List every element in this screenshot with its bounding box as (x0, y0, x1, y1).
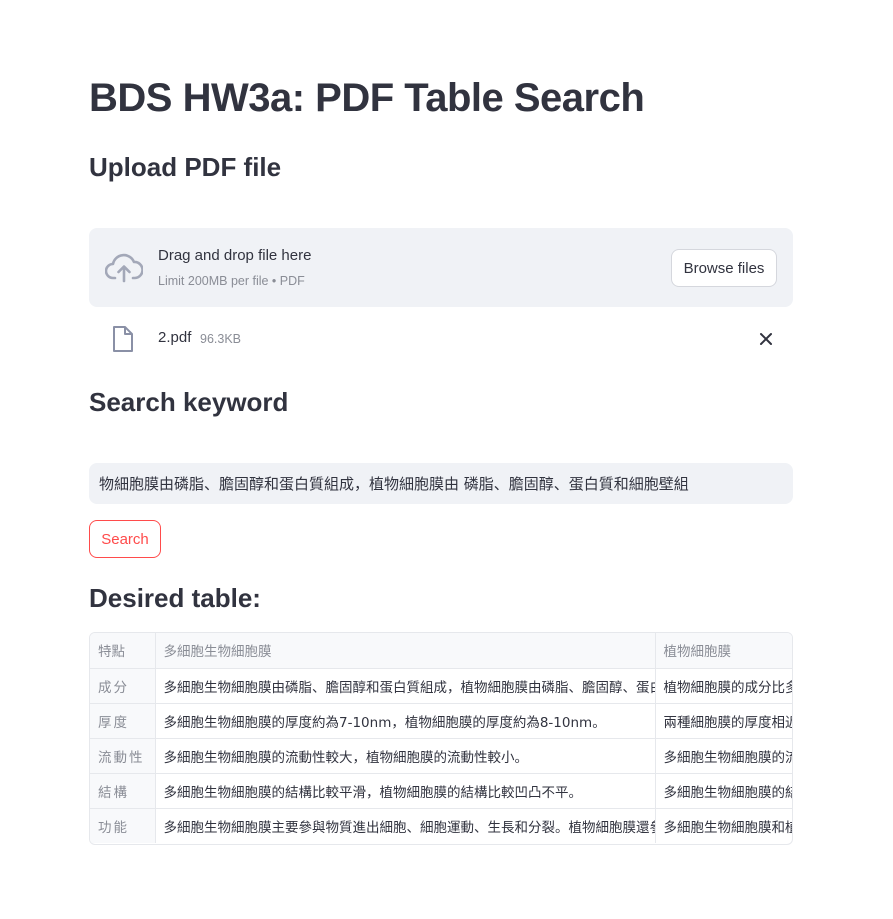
upload-heading: Upload PDF file (89, 152, 282, 182)
table-row: 結構 多細胞生物細胞膜的結構比較平滑，植物細胞膜的結構比較凹凸不平。 多細胞生物… (90, 773, 792, 809)
uploaded-file-size: 96.3KB (200, 332, 242, 346)
row-header: 成分 (90, 668, 156, 704)
dropzone-limit: Limit 200MB per file • PDF (158, 274, 305, 288)
file-dropzone[interactable]: Drag and drop file here Limit 200MB per … (89, 228, 793, 307)
table-cell[interactable]: 多細胞生物細胞膜的流動性較大，植物細胞膜的流動性較小。 (155, 738, 656, 774)
table-row: 功能 多細胞生物細胞膜主要參與物質進出細胞、細胞運動、生長和分裂。植物細胞膜還參… (90, 808, 792, 843)
close-icon[interactable] (757, 330, 775, 348)
uploaded-file-row: 2.pdf 96.3KB (89, 322, 793, 356)
results-table[interactable]: 特點 多細胞生物細胞膜 植物細胞膜 成分 多細胞生物細胞膜由磷脂、膽固醇和蛋白質… (89, 632, 793, 845)
table-row: 流動性 多細胞生物細胞膜的流動性較大，植物細胞膜的流動性較小。 多細胞生物細胞膜… (90, 738, 792, 774)
browse-files-button[interactable]: Browse files (671, 249, 777, 287)
row-header: 流動性 (90, 738, 156, 774)
table-heading: Desired table: (89, 583, 261, 613)
table-cell[interactable]: 兩種細胞膜的厚度相近。 (655, 703, 792, 739)
column-header[interactable]: 多細胞生物細胞膜 (155, 633, 656, 669)
row-header: 功能 (90, 808, 156, 843)
table-cell[interactable]: 多細胞生物細胞膜的結構比較平滑。 (655, 773, 792, 809)
table-header-row: 特點 多細胞生物細胞膜 植物細胞膜 (90, 633, 792, 669)
cloud-upload-icon (105, 253, 143, 283)
table-cell[interactable]: 多細胞生物細胞膜和植物細胞膜功能相似。 (655, 808, 792, 843)
column-header[interactable]: 特點 (90, 633, 156, 669)
dropzone-instruction: Drag and drop file here (158, 247, 312, 264)
table-cell[interactable]: 多細胞生物細胞膜的厚度約為7-10nm，植物細胞膜的厚度約為8-10nm。 (155, 703, 656, 739)
file-icon (113, 326, 133, 352)
column-header[interactable]: 植物細胞膜 (655, 633, 792, 669)
table-row: 厚度 多細胞生物細胞膜的厚度約為7-10nm，植物細胞膜的厚度約為8-10nm。… (90, 703, 792, 739)
page-title: BDS HW3a: PDF Table Search (89, 76, 645, 120)
row-header: 結構 (90, 773, 156, 809)
table-cell[interactable]: 多細胞生物細胞膜主要參與物質進出細胞、細胞運動、生長和分裂。植物細胞膜還參與保護… (155, 808, 656, 843)
table-cell[interactable]: 植物細胞膜的成分比多細胞生物細胞膜更複雜。 (655, 668, 792, 704)
table-cell[interactable]: 多細胞生物細胞膜的結構比較平滑，植物細胞膜的結構比較凹凸不平。 (155, 773, 656, 809)
search-button[interactable]: Search (89, 520, 161, 558)
search-heading: Search keyword (89, 387, 289, 417)
table-cell[interactable]: 多細胞生物細胞膜由磷脂、膽固醇和蛋白質組成，植物細胞膜由磷脂、膽固醇、蛋白質和細… (155, 668, 656, 704)
table-row: 成分 多細胞生物細胞膜由磷脂、膽固醇和蛋白質組成，植物細胞膜由磷脂、膽固醇、蛋白… (90, 668, 792, 704)
search-input[interactable]: 物細胞膜由磷脂、膽固醇和蛋白質組成，植物細胞膜由 磷脂、膽固醇、蛋白質和細胞壁組 (89, 463, 793, 504)
row-header: 厚度 (90, 703, 156, 739)
uploaded-file-name: 2.pdf (158, 329, 192, 346)
table-cell[interactable]: 多細胞生物細胞膜的流動性較大。 (655, 738, 792, 774)
app-page: BDS HW3a: PDF Table Search Upload PDF fi… (0, 0, 893, 919)
